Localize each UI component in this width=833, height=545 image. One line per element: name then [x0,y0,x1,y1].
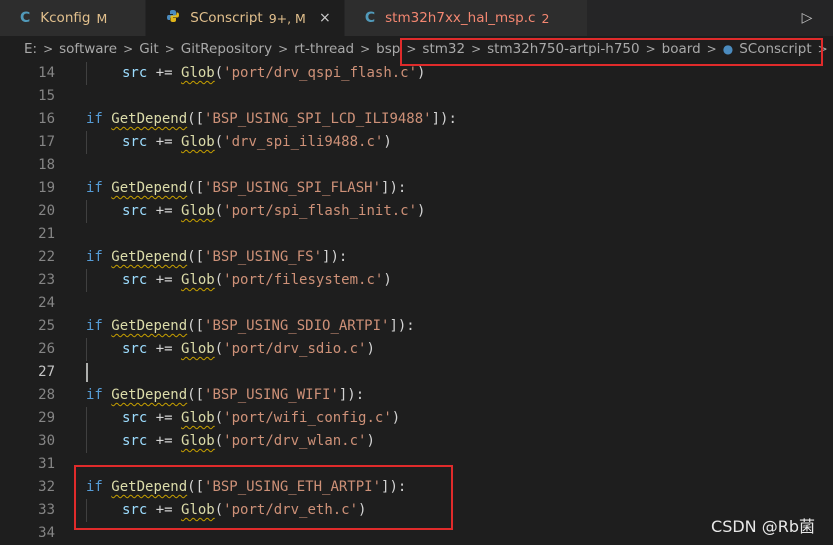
text-cursor [86,363,88,382]
tab-bar: C Kconfig M SConscript 9+, M × C stm32h7… [0,0,833,36]
code-line[interactable]: 20 src += Glob('port/spi_flash_init.c') [0,200,833,223]
line-number: 19 [38,180,55,196]
code-line[interactable]: 28 if GetDepend(['BSP_USING_WIFI']): [0,384,833,407]
code-line[interactable]: 18 [0,154,833,177]
chevron-right-icon: > [164,42,175,56]
chevron-right-icon: > [43,42,54,56]
code-text: src += Glob('port/drv_sdio.c') [122,341,375,357]
tab-label: SConscript [190,10,263,26]
c-file-icon: C [20,10,31,26]
indent-guide [86,407,87,430]
line-number: 18 [38,157,55,173]
breadcrumb-item-software[interactable]: software [59,41,117,57]
indent-guide [86,269,87,292]
code-line[interactable]: 30 src += Glob('port/drv_wlan.c') [0,430,833,453]
code-line[interactable]: 25 if GetDepend(['BSP_USING_SDIO_ARTPI'])… [0,315,833,338]
code-line[interactable]: 29 src += Glob('port/wifi_config.c') [0,407,833,430]
indent-guide [86,338,87,361]
code-text: src += Glob('port/drv_qspi_flash.c') [122,65,426,81]
line-number: 31 [38,456,55,472]
line-number: 32 [38,479,55,495]
tab-kconfig[interactable]: C Kconfig M [0,0,147,36]
indent-guide [86,200,87,223]
code-line[interactable]: 23 src += Glob('port/filesystem.c') [0,269,833,292]
code-line[interactable]: 24 [0,292,833,315]
code-line[interactable]: 22 if GetDepend(['BSP_USING_FS']): [0,246,833,269]
line-number: 25 [38,318,55,334]
code-line[interactable]: 19 if GetDepend(['BSP_USING_SPI_FLASH']): [0,177,833,200]
line-number: 27 [38,364,55,380]
line-number: 14 [38,65,55,81]
breadcrumb-item-gitrepository[interactable]: GitRepository [181,41,272,57]
line-number: 24 [38,295,55,311]
line-number: 22 [38,249,55,265]
tab-label: stm32h7xx_hal_msp.c [385,10,536,26]
tab-badge: 9+, M [268,10,306,26]
line-number: 23 [38,272,55,288]
c-file-icon: C [364,10,376,26]
code-line[interactable]: 27 [0,361,833,384]
breadcrumb-item-drive[interactable]: E: [24,41,37,57]
line-number: 30 [38,433,55,449]
indent-guide [86,430,87,453]
breadcrumb-item-rt-thread[interactable]: rt-thread [294,41,354,57]
watermark: CSDN @Rb菌 [711,517,815,536]
line-number: 29 [38,410,55,426]
code-line[interactable]: 14 src += Glob('port/drv_qspi_flash.c') [0,62,833,85]
line-number: 16 [38,111,55,127]
tab-label: Kconfig [40,10,91,26]
breadcrumb-item-git[interactable]: Git [139,41,159,57]
chevron-right-icon: > [278,42,289,56]
line-number: 34 [38,525,55,541]
code-line[interactable]: 26 src += Glob('port/drv_sdio.c') [0,338,833,361]
breadcrumb-item-bsp[interactable]: bsp [376,41,400,57]
code-line[interactable]: 21 [0,223,833,246]
run-icon[interactable]: ▷ [797,8,817,28]
code-line[interactable]: 15 [0,85,833,108]
tab-stm32h7xx-hal-msp[interactable]: C stm32h7xx_hal_msp.c 2 [344,0,589,36]
code-line[interactable]: 17 src += Glob('drv_spi_ili9488.c') [0,131,833,154]
line-number: 28 [38,387,55,403]
code-text: if GetDepend(['BSP_USING_WIFI']): [86,387,365,403]
chevron-right-icon: > [123,42,134,56]
code-text: src += Glob('port/filesystem.c') [122,272,392,288]
code-line[interactable]: 16 if GetDepend(['BSP_USING_SPI_LCD_ILI94… [0,108,833,131]
code-text: src += Glob('port/drv_wlan.c') [122,433,375,449]
chevron-right-icon: > [360,42,371,56]
line-number: 33 [38,502,55,518]
code-text: src += Glob('drv_spi_ili9488.c') [122,134,392,150]
tab-sconscript[interactable]: SConscript 9+, M × [146,0,345,36]
tab-badge: 2 [541,10,550,26]
indent-guide [86,131,87,154]
code-text: if GetDepend(['BSP_USING_SDIO_ARTPI']): [86,318,415,334]
code-text: if GetDepend(['BSP_USING_SPI_FLASH']): [86,180,407,196]
line-number: 21 [38,226,55,242]
code-text: src += Glob('port/wifi_config.c') [122,410,401,426]
line-number: 20 [38,203,55,219]
code-highlight-box [74,465,453,530]
code-text: if GetDepend(['BSP_USING_SPI_LCD_ILI9488… [86,111,457,127]
line-number: 17 [38,134,55,150]
tab-badge: M [96,10,108,26]
line-number: 26 [38,341,55,357]
line-number: 15 [38,88,55,104]
indent-guide [86,62,87,85]
python-file-icon [166,9,180,27]
code-text: if GetDepend(['BSP_USING_FS']): [86,249,348,265]
close-icon[interactable]: × [318,10,332,26]
code-text: src += Glob('port/spi_flash_init.c') [122,203,426,219]
